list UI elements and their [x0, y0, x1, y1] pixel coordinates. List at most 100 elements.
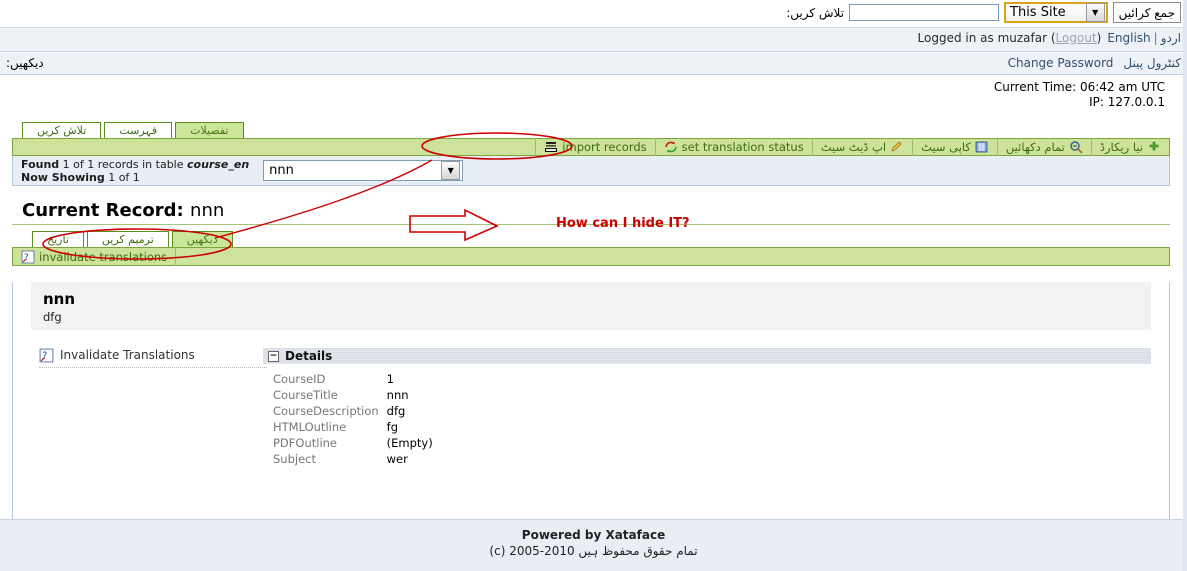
toolbar-show-all[interactable]: تمام دکھائیں	[996, 138, 1091, 156]
toolbar-set-translation-status[interactable]: set translation status	[654, 138, 812, 156]
search-scope-value: This Site	[1010, 5, 1066, 20]
site-search-group: تلاش کریں: This Site ▼ جمع کرائیں	[786, 2, 1181, 23]
toolbar-set-translation-status-label: set translation status	[681, 140, 804, 154]
current-time-text: Current Time: 06:42 am UTC	[993, 80, 1165, 94]
detail-label: Subject	[273, 452, 316, 466]
main-content: تلاش کریں فہرست تفصیلات نیا ریکارڈ تمام …	[12, 120, 1170, 540]
detail-label: CourseTitle	[273, 388, 338, 402]
change-password-link[interactable]: Change Password	[1008, 56, 1114, 70]
table-row: PDFOutline (Empty)	[273, 435, 433, 451]
toolbar-show-all-label: تمام دکھائیں	[1005, 140, 1065, 154]
logged-in-text: Logged in as muzafar (Logout)	[918, 31, 1102, 45]
record-tab-view[interactable]: دیکھیں	[171, 231, 233, 247]
logged-in-suffix: )	[1096, 31, 1102, 45]
admin-bar: دیکھیں: Change Password کنٹرول پینل	[0, 52, 1187, 75]
import-tray-icon	[544, 140, 558, 154]
table-action-toolbar: نیا ریکارڈ تمام دکھائیں کاپی سیٹ اپ ڈیٹ …	[12, 138, 1170, 156]
page-scrollbar[interactable]	[1183, 0, 1187, 571]
table-tabs: تلاش کریں فہرست تفصیلات	[12, 120, 1170, 138]
record-picker-select[interactable]: nnn ▼	[263, 160, 464, 181]
language-english-link[interactable]: English	[1107, 31, 1150, 45]
table-row: CourseID 1	[273, 371, 433, 387]
admin-bar-left-label: دیکھیں:	[6, 56, 44, 70]
table-row: CourseTitle nnn	[273, 387, 433, 403]
record-title: nnn	[43, 290, 76, 308]
tab-details[interactable]: تفصیلات	[175, 122, 244, 138]
chevron-down-icon[interactable]: ▼	[441, 161, 461, 180]
details-section-title: Details	[285, 349, 333, 363]
toolbar-new-record-label: نیا ریکارڈ	[1099, 140, 1143, 154]
table-row: Subject wer	[273, 451, 433, 467]
result-summary-text: Found 1 of 1 records in table course_en …	[21, 158, 249, 184]
search-input[interactable]	[849, 4, 1000, 21]
details-table: CourseID 1 CourseTitle nnn CourseDescrip…	[273, 371, 433, 467]
search-scope-select[interactable]: This Site ▼	[1004, 2, 1108, 23]
invalidate-translations-icon: ?	[39, 348, 54, 363]
footer-copyright: (c) 2005-2010 تمام حقوق محفوظ ہیں	[489, 544, 698, 558]
now-showing-strong: Now Showing	[21, 170, 105, 184]
invalidate-translations-icon: ?	[21, 250, 35, 264]
record-tab-edit[interactable]: ترمیم کریں	[86, 231, 169, 247]
toolbar-import-records[interactable]: import records	[535, 138, 654, 156]
record-header-panel: nnn dfg	[31, 282, 1151, 330]
svg-text:?: ?	[24, 253, 29, 263]
toolbar-update-set[interactable]: اپ ڈیٹ سیٹ	[811, 138, 912, 156]
svg-text:?: ?	[42, 351, 47, 362]
tab-list[interactable]: فہرست	[104, 122, 173, 138]
current-record-label: Current Record:	[22, 200, 184, 221]
current-record-value: nnn	[190, 200, 225, 221]
toolbar-new-record[interactable]: نیا ریکارڈ	[1090, 138, 1169, 156]
found-rest: 1 of 1 records in table	[59, 157, 188, 171]
language-separator: |	[1153, 31, 1158, 45]
detail-value: wer	[386, 452, 408, 466]
top-search-bar: تلاش کریں: This Site ▼ جمع کرائیں	[0, 0, 1187, 28]
chevron-down-icon[interactable]: ▼	[1085, 3, 1105, 22]
toolbar-update-set-label: اپ ڈیٹ سیٹ	[820, 140, 887, 154]
record-subtitle: dfg	[43, 310, 62, 324]
record-right-column: − Details CourseID 1 CourseTitle nnn Cou…	[263, 348, 1169, 467]
login-status-bar: Logged in as muzafar (Logout) English | ار…	[0, 28, 1187, 52]
detail-label: PDFOutline	[273, 436, 338, 450]
detail-label: CourseID	[273, 372, 326, 386]
add-plus-icon	[1147, 140, 1161, 154]
detail-value: (Empty)	[386, 436, 433, 450]
footer: Powered by Xataface (c) 2005-2010 تمام ح…	[0, 519, 1187, 571]
now-showing-rest: 1 of 1	[104, 170, 140, 184]
found-table-name: course_en	[187, 157, 250, 171]
detail-value: fg	[386, 420, 399, 434]
tab-search[interactable]: تلاش کریں	[22, 122, 102, 138]
record-body: nnn dfg ? Invalidate Translations − Deta	[12, 282, 1170, 540]
record-invalidate-translations-label: invalidate translations	[39, 249, 168, 264]
collapse-toggle-icon[interactable]: −	[268, 350, 279, 362]
detail-value: 1	[386, 372, 394, 386]
detail-label: HTMLOutline	[273, 420, 347, 434]
ip-address-text: IP: 127.0.0.1	[1089, 95, 1165, 109]
search-label: تلاش کریں:	[786, 5, 845, 20]
annotation-question-text: How can I hide IT?	[556, 216, 690, 231]
logged-in-prefix: Logged in as muzafar (	[917, 31, 1056, 45]
detail-value: nnn	[386, 388, 409, 402]
detail-label: CourseDescription	[273, 404, 379, 418]
page-root: تلاش کریں: This Site ▼ جمع کرائیں Logged…	[0, 0, 1187, 571]
invalidate-translations-link[interactable]: ? Invalidate Translations	[39, 348, 267, 368]
record-tab-history[interactable]: تاریخ	[32, 231, 84, 247]
control-panel-link[interactable]: کنٹرول پینل	[1123, 56, 1181, 70]
result-summary-bar: Found 1 of 1 records in table course_en …	[12, 156, 1170, 186]
invalidate-translations-link-label: Invalidate Translations	[60, 348, 195, 362]
found-strong: Found	[21, 157, 60, 171]
details-section-header[interactable]: − Details	[263, 348, 1151, 364]
record-action-toolbar: ? invalidate translations	[12, 247, 1170, 266]
translation-refresh-icon	[664, 140, 678, 154]
language-urdu-link[interactable]: اردو	[1161, 31, 1181, 45]
table-row: CourseDescription dfg	[273, 403, 433, 419]
toolbar-copy-set[interactable]: کاپی سیٹ	[912, 138, 997, 156]
language-switcher: English | اردو	[1107, 31, 1181, 45]
footer-powered-by: Powered by Xataface	[521, 528, 666, 542]
pencil-edit-icon	[890, 140, 904, 154]
search-submit-button[interactable]: جمع کرائیں	[1112, 2, 1181, 23]
logout-link[interactable]: Logout	[1056, 31, 1097, 45]
magnifier-minus-icon	[1069, 140, 1083, 154]
table-row: HTMLOutline fg	[273, 419, 433, 435]
copy-records-icon	[975, 140, 989, 154]
record-invalidate-translations-action[interactable]: ? invalidate translations	[13, 247, 177, 266]
